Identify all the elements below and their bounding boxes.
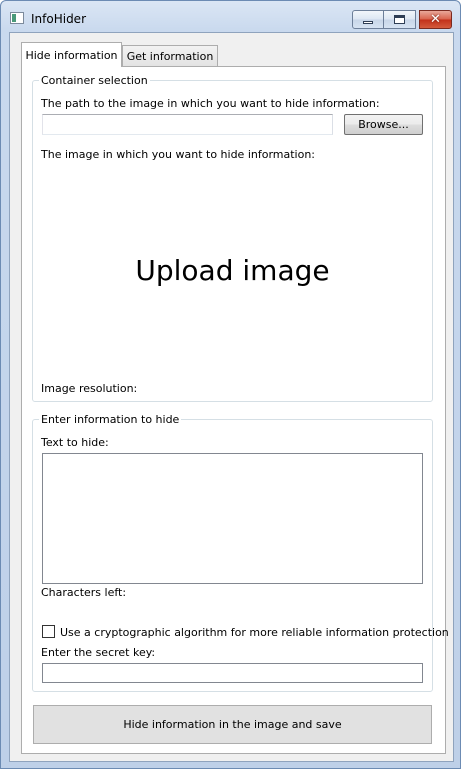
title-bar[interactable]: InfoHider ✕: [1, 1, 460, 33]
secret-key-label: Enter the secret key:: [41, 646, 156, 659]
client-area: Hide information Get information Contain…: [9, 32, 454, 762]
app-window: InfoHider ✕ Hide information Get informa…: [0, 0, 461, 769]
path-label: The path to the image in which you want …: [41, 97, 380, 110]
characters-left-label: Characters left:: [41, 586, 127, 599]
browse-button[interactable]: Browse...: [344, 114, 423, 135]
image-path-input[interactable]: [42, 114, 333, 135]
close-icon: ✕: [430, 12, 441, 27]
upload-image-area[interactable]: Upload image: [42, 165, 423, 375]
secret-key-input[interactable]: [42, 663, 423, 683]
image-resolution-label: Image resolution:: [41, 382, 138, 395]
crypto-checkbox[interactable]: [42, 625, 55, 638]
tab-label: Hide information: [25, 48, 118, 62]
minimize-button[interactable]: [352, 10, 384, 29]
maximize-button[interactable]: [384, 10, 416, 29]
close-button[interactable]: ✕: [419, 10, 452, 29]
tab-label: Get information: [126, 49, 214, 63]
crypto-checkbox-label[interactable]: Use a cryptographic algorithm for more r…: [60, 626, 449, 639]
upload-image-text: Upload image: [135, 253, 330, 287]
text-to-hide-input[interactable]: [42, 453, 423, 584]
tab-get-information[interactable]: Get information: [122, 45, 218, 67]
text-to-hide-label: Text to hide:: [41, 436, 109, 449]
image-label: The image in which you want to hide info…: [41, 148, 316, 161]
container-selection-group: Container selection The path to the imag…: [32, 74, 433, 402]
group-title: Container selection: [39, 74, 150, 87]
window-title: InfoHider: [31, 12, 87, 26]
app-icon: [10, 12, 24, 24]
tab-panel-hide-information: Container selection The path to the imag…: [21, 66, 449, 754]
hide-information-group: Enter information to hide Text to hide: …: [32, 413, 449, 692]
minimize-icon: [363, 20, 373, 24]
maximize-icon: [394, 15, 405, 24]
group-title: Enter information to hide: [39, 413, 182, 426]
tab-hide-information[interactable]: Hide information: [21, 42, 122, 67]
hide-and-save-button[interactable]: Hide information in the image and save: [33, 705, 432, 744]
